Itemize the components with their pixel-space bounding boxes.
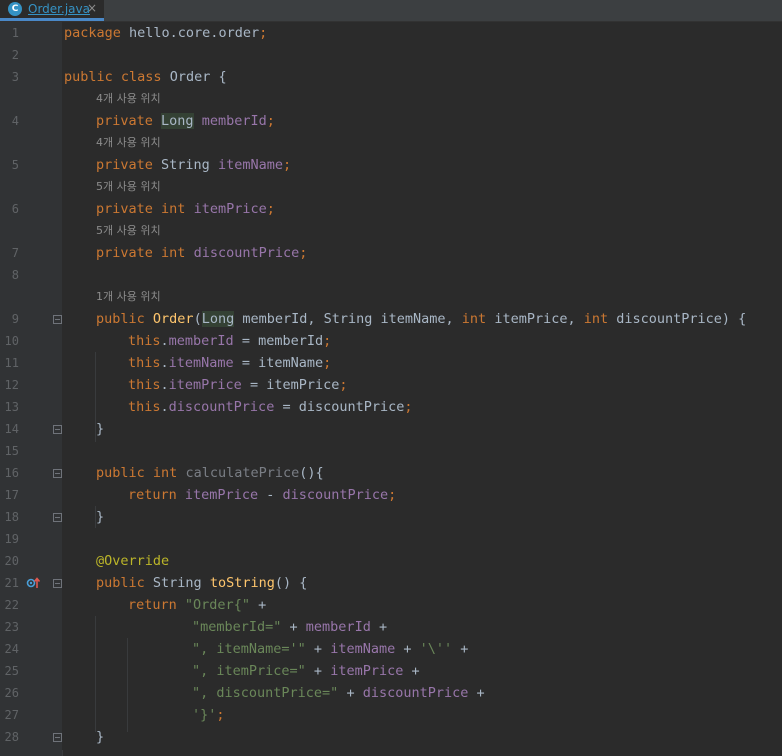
usage-hint[interactable]: 4개 사용 위치	[96, 88, 161, 110]
code-line: 2	[0, 44, 782, 66]
code-text[interactable]: '}';	[192, 704, 225, 726]
code-line: 1 package hello.core.order;	[0, 22, 782, 44]
line-number: 20	[4, 554, 19, 568]
line-number: 4	[11, 114, 19, 128]
code-text[interactable]: @Override	[96, 550, 169, 572]
code-line: 10 this.memberId = memberId;	[0, 330, 782, 352]
code-text[interactable]: private int itemPrice;	[96, 198, 275, 220]
code-line: 24 ", itemName='" + itemName + '\'' +	[0, 638, 782, 660]
code-line: 19	[0, 528, 782, 550]
usage-hint[interactable]: 5개 사용 위치	[96, 176, 161, 198]
code-editor[interactable]: 1 package hello.core.order; 2 3 public c…	[0, 22, 782, 756]
line-number: 14	[4, 422, 19, 436]
code-text[interactable]: ", itemPrice=" + itemPrice +	[192, 660, 420, 682]
override-method-icon[interactable]	[26, 572, 41, 594]
code-text[interactable]: return itemPrice - discountPrice;	[128, 484, 396, 506]
close-icon[interactable]: ×	[87, 1, 97, 15]
tab-order-java[interactable]: C Order.java ×	[0, 0, 104, 21]
code-line: 22 return "Order{" +	[0, 594, 782, 616]
code-line: 11 this.itemName = itemName;	[0, 352, 782, 374]
fold-collapse-icon[interactable]	[53, 579, 62, 588]
code-text[interactable]: private Long memberId;	[96, 110, 275, 132]
code-line: 28 }	[0, 726, 782, 748]
code-line: 5 private String itemName;	[0, 154, 782, 176]
code-line: 8	[0, 264, 782, 286]
code-line: 6 private int itemPrice;	[0, 198, 782, 220]
line-number: 8	[11, 268, 19, 282]
line-number: 25	[4, 664, 19, 678]
fold-end-icon[interactable]	[53, 513, 62, 522]
code-line: 12 this.itemPrice = itemPrice;	[0, 374, 782, 396]
tab-title[interactable]: Order.java	[28, 2, 90, 16]
code-text[interactable]: public String toString() {	[96, 572, 307, 594]
code-text[interactable]: }	[96, 418, 104, 440]
editor-tab-bar: C Order.java ×	[0, 0, 782, 22]
code-line: 20 @Override	[0, 550, 782, 572]
code-line: 27 '}';	[0, 704, 782, 726]
fold-collapse-icon[interactable]	[53, 315, 62, 324]
code-text[interactable]: }	[96, 506, 104, 528]
line-number: 12	[4, 378, 19, 392]
fold-end-icon[interactable]	[53, 733, 62, 742]
code-text[interactable]: this.memberId = memberId;	[128, 330, 331, 352]
code-text[interactable]: public Order(Long memberId, String itemN…	[96, 308, 746, 330]
code-text[interactable]: this.itemName = itemName;	[128, 352, 331, 374]
line-number: 6	[11, 202, 19, 216]
line-number: 28	[4, 730, 19, 744]
usage-hint[interactable]: 5개 사용 위치	[96, 220, 161, 242]
code-line: 13 this.discountPrice = discountPrice;	[0, 396, 782, 418]
indent-guide	[62, 750, 63, 756]
code-line: 14 }	[0, 418, 782, 440]
code-line: 4 private Long memberId;	[0, 110, 782, 132]
code-line: 26 ", discountPrice=" + discountPrice +	[0, 682, 782, 704]
fold-collapse-icon[interactable]	[53, 469, 62, 478]
code-line: 23 "memberId=" + memberId +	[0, 616, 782, 638]
line-number: 9	[11, 312, 19, 326]
code-line: 7 private int discountPrice;	[0, 242, 782, 264]
line-number: 19	[4, 532, 19, 546]
code-text[interactable]: private String itemName;	[96, 154, 291, 176]
line-number: 21	[4, 576, 19, 590]
code-text[interactable]: ", itemName='" + itemName + '\'' +	[192, 638, 468, 660]
code-text[interactable]: this.itemPrice = itemPrice;	[128, 374, 348, 396]
code-text[interactable]: private int discountPrice;	[96, 242, 307, 264]
code-line: 16 public int calculatePrice(){	[0, 462, 782, 484]
line-number: 5	[11, 158, 19, 172]
code-text[interactable]: ", discountPrice=" + discountPrice +	[192, 682, 485, 704]
line-number: 1	[11, 26, 19, 40]
line-number: 22	[4, 598, 19, 612]
line-number: 17	[4, 488, 19, 502]
line-number: 11	[4, 356, 19, 370]
fold-end-icon[interactable]	[53, 425, 62, 434]
code-text[interactable]: "memberId=" + memberId +	[192, 616, 387, 638]
code-line: 18 }	[0, 506, 782, 528]
code-line: 15	[0, 440, 782, 462]
line-number: 16	[4, 466, 19, 480]
usage-hint[interactable]: 1개 사용 위치	[96, 286, 161, 308]
line-number: 27	[4, 708, 19, 722]
code-text[interactable]: }	[96, 726, 104, 748]
line-number: 13	[4, 400, 19, 414]
line-number: 7	[11, 246, 19, 260]
code-line: 21 public String toString() {	[0, 572, 782, 594]
code-text[interactable]: package hello.core.order;	[64, 22, 267, 44]
code-text[interactable]: this.discountPrice = discountPrice;	[128, 396, 413, 418]
line-number: 18	[4, 510, 19, 524]
code-text[interactable]: public class Order {	[64, 66, 227, 88]
code-text[interactable]: return "Order{" +	[128, 594, 266, 616]
java-class-icon: C	[8, 2, 22, 16]
line-number: 3	[11, 70, 19, 84]
code-line: 25 ", itemPrice=" + itemPrice +	[0, 660, 782, 682]
line-number: 23	[4, 620, 19, 634]
line-number: 26	[4, 686, 19, 700]
usage-hint[interactable]: 4개 사용 위치	[96, 132, 161, 154]
line-number: 15	[4, 444, 19, 458]
code-line: 17 return itemPrice - discountPrice;	[0, 484, 782, 506]
code-line: 9 public Order(Long memberId, String ite…	[0, 308, 782, 330]
code-line: 3 public class Order {	[0, 66, 782, 88]
line-number: 2	[11, 48, 19, 62]
code-text[interactable]: public int calculatePrice(){	[96, 462, 324, 484]
line-number: 10	[4, 334, 19, 348]
line-number: 24	[4, 642, 19, 656]
